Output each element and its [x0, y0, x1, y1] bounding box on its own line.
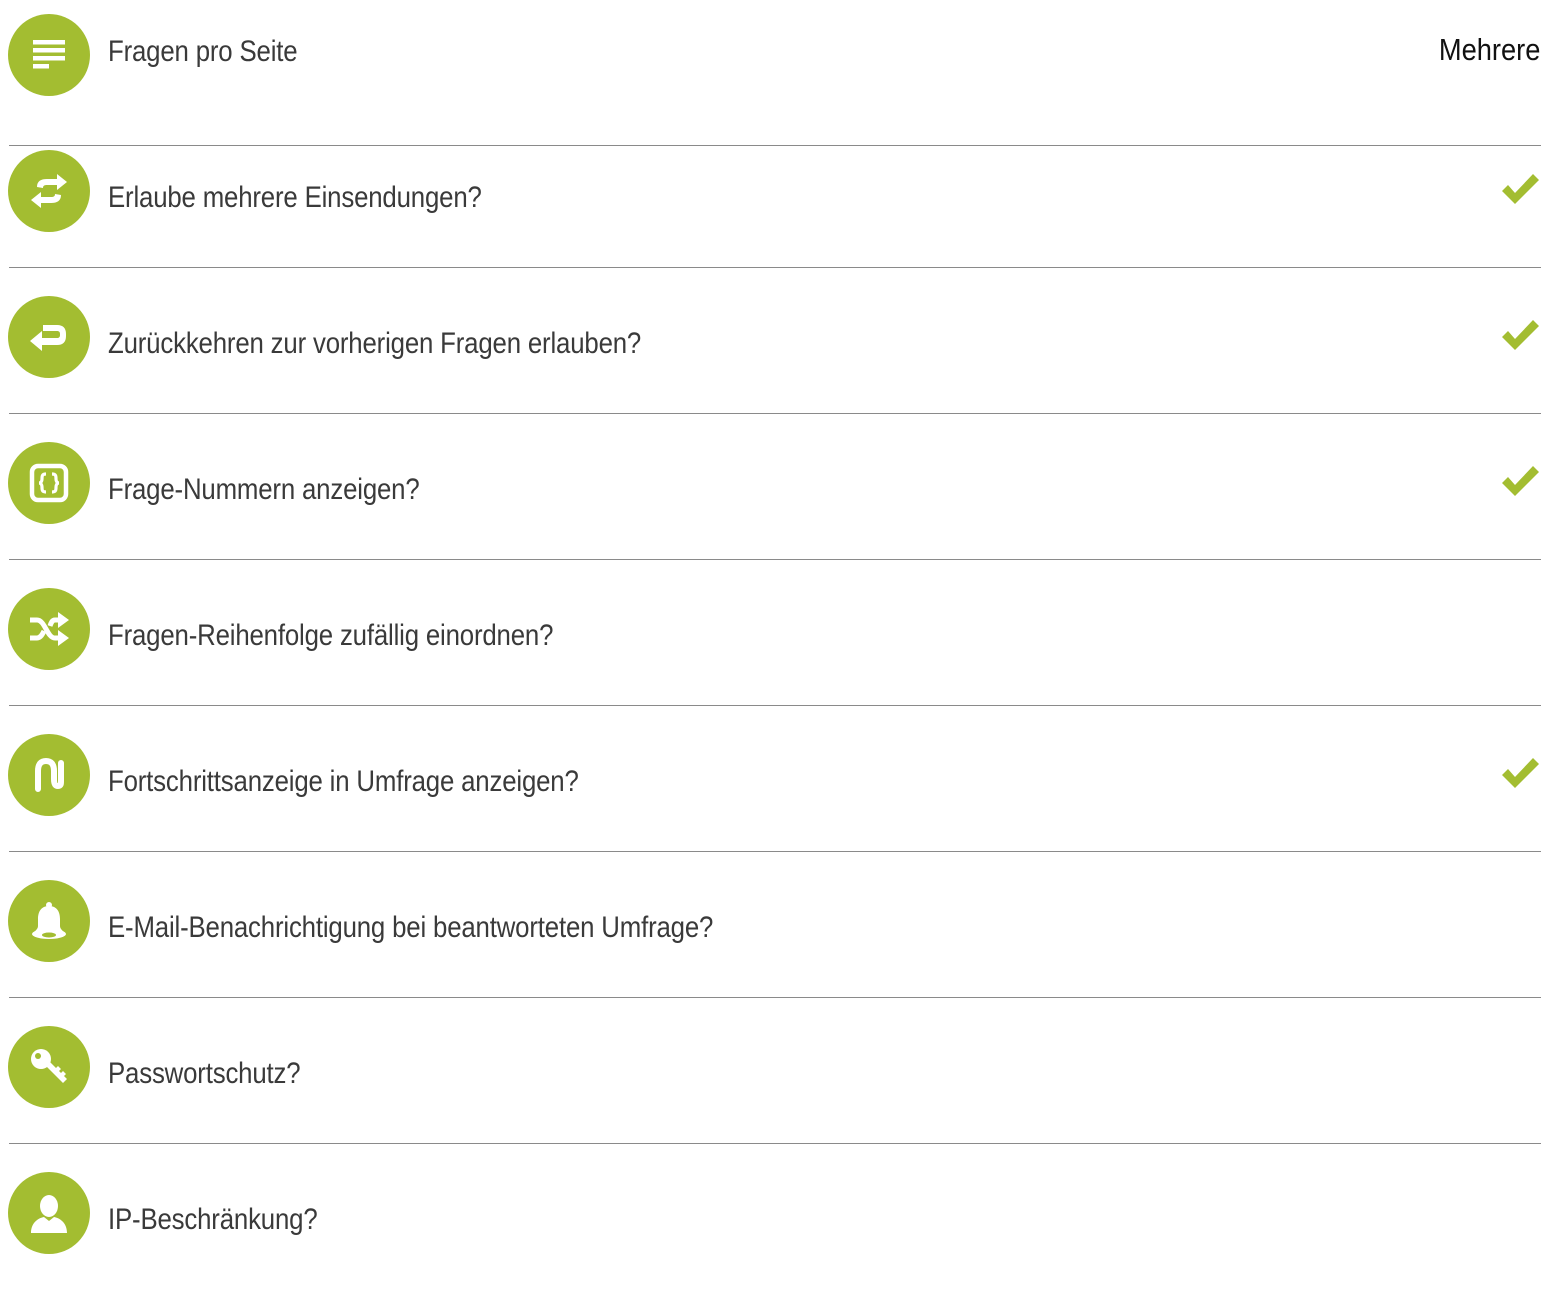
- key-icon: [8, 1026, 90, 1108]
- bell-icon: [8, 880, 90, 962]
- setting-label: E-Mail-Benachrichtigung bei beantwortete…: [108, 911, 714, 944]
- setting-row-ip-restriction[interactable]: IP-Beschränkung?: [0, 1144, 1549, 1290]
- setting-value-dropdown[interactable]: Mehrere: [1438, 32, 1540, 68]
- progress-path-icon: [8, 734, 90, 816]
- setting-label: Passwortschutz?: [108, 1057, 301, 1090]
- user-icon: [8, 1172, 90, 1254]
- setting-row-password-protection[interactable]: Passwortschutz?: [0, 998, 1549, 1144]
- setting-label: Zurückkehren zur vorherigen Fragen erlau…: [108, 327, 642, 360]
- setting-row-multiple-submissions[interactable]: Erlaube mehrere Einsendungen?: [0, 122, 1549, 268]
- shuffle-icon: [8, 588, 90, 670]
- checkmark-icon[interactable]: [1500, 318, 1540, 352]
- number-box-icon: [8, 442, 90, 524]
- checkmark-icon[interactable]: [1500, 756, 1540, 790]
- setting-row-question-numbers[interactable]: Frage-Nummern anzeigen?: [0, 414, 1549, 560]
- survey-settings-list: Fragen pro Seite Mehrere Erlaube mehrere…: [0, 0, 1549, 1254]
- setting-row-randomize-order[interactable]: Fragen-Reihenfolge zufällig einordnen?: [0, 560, 1549, 706]
- setting-label: Fragen-Reihenfolge zufällig einordnen?: [108, 619, 554, 652]
- setting-row-email-notification[interactable]: E-Mail-Benachrichtigung bei beantwortete…: [0, 852, 1549, 998]
- lines-icon: [8, 14, 90, 96]
- repeat-icon: [8, 150, 90, 232]
- checkmark-icon[interactable]: [1500, 172, 1540, 206]
- setting-label: Fragen pro Seite: [108, 35, 298, 68]
- checkmark-icon[interactable]: [1500, 464, 1540, 498]
- return-arrow-icon: [8, 296, 90, 378]
- setting-label: IP-Beschränkung?: [108, 1203, 318, 1236]
- setting-row-progress-bar[interactable]: Fortschrittsanzeige in Umfrage anzeigen?: [0, 706, 1549, 852]
- setting-row-allow-back[interactable]: Zurückkehren zur vorherigen Fragen erlau…: [0, 268, 1549, 414]
- setting-label: Erlaube mehrere Einsendungen?: [108, 181, 482, 214]
- setting-label: Frage-Nummern anzeigen?: [108, 473, 420, 506]
- setting-label: Fortschrittsanzeige in Umfrage anzeigen?: [108, 765, 579, 798]
